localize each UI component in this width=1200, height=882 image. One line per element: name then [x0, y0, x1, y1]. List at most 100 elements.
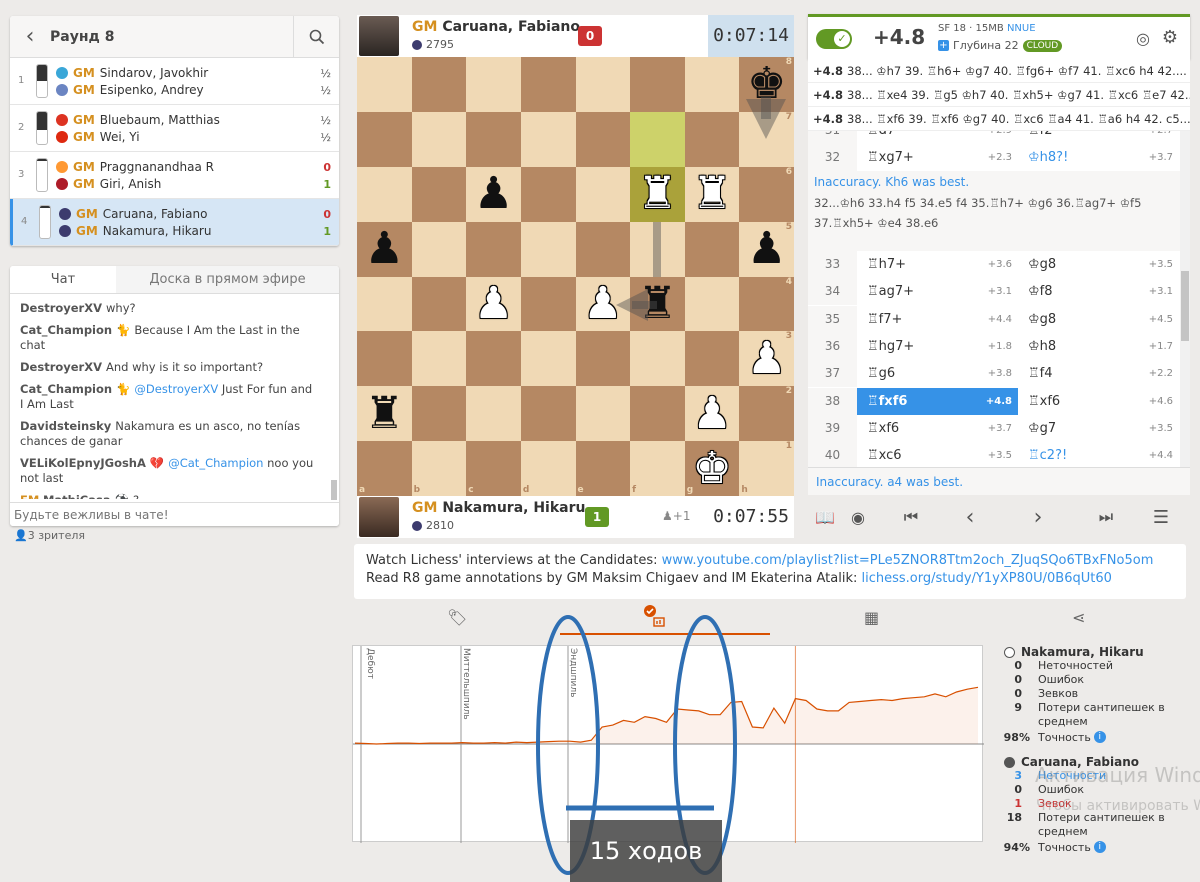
book-icon[interactable]: 📖: [808, 496, 842, 538]
practice-icon[interactable]: ◉: [842, 496, 874, 538]
square-g1[interactable]: ♚ g: [684, 441, 740, 496]
square-f8[interactable]: [630, 57, 685, 112]
square-d4[interactable]: [520, 276, 576, 332]
square-d1[interactable]: d: [520, 441, 576, 496]
white-move[interactable]: ♖h7+ +3.6: [857, 251, 1018, 278]
white-move[interactable]: ♖ag7+ +3.1: [857, 278, 1018, 305]
square-c2[interactable]: [466, 386, 521, 442]
square-d7[interactable]: [520, 111, 576, 167]
gear-icon[interactable]: ⚙: [1162, 27, 1178, 48]
square-a4[interactable]: [357, 276, 412, 332]
square-g8[interactable]: [684, 57, 740, 112]
square-f5[interactable]: [630, 221, 685, 277]
square-e4[interactable]: ♟: [575, 276, 631, 332]
moves-scroll-thumb[interactable]: [1181, 271, 1189, 341]
square-a8[interactable]: [357, 57, 412, 112]
square-e7[interactable]: [575, 111, 631, 167]
chat-scrollbar[interactable]: [331, 480, 337, 500]
white-pawn-piece[interactable]: ♟: [692, 391, 731, 436]
black-king-piece[interactable]: ♚: [747, 62, 786, 106]
black-pawn-piece[interactable]: ♟: [474, 172, 513, 216]
square-g7[interactable]: [684, 111, 740, 167]
square-h5[interactable]: ♟ 5: [739, 221, 794, 277]
white-move[interactable]: ♖xc6 +3.5: [857, 442, 1018, 467]
chat-username[interactable]: MathiCasa ⚽: [43, 493, 129, 499]
square-d5[interactable]: [520, 221, 576, 277]
square-b1[interactable]: b: [411, 441, 467, 496]
square-h6[interactable]: 6: [739, 166, 794, 222]
chat-input[interactable]: [10, 502, 339, 526]
game-row[interactable]: 4 GM Caruana, Fabiano GM Nakamura, Hikaru …: [10, 199, 339, 246]
square-a3[interactable]: [357, 331, 412, 387]
square-f2[interactable]: [630, 386, 685, 442]
square-c8[interactable]: [466, 57, 521, 112]
black-rook-piece[interactable]: ♜: [638, 281, 677, 326]
square-d3[interactable]: [520, 331, 576, 387]
square-c5[interactable]: [466, 221, 521, 277]
black-move[interactable]: ♔h8 +1.7: [1018, 333, 1179, 360]
square-c7[interactable]: [466, 111, 521, 167]
grid-icon[interactable]: ▦: [864, 608, 879, 627]
game-row[interactable]: 2 GM Bluebaum, Matthias GM Wei, Yi ½ ½: [10, 105, 339, 152]
summary-row[interactable]: 0 Зевков: [1000, 687, 1195, 701]
prev-move-button[interactable]: ‹: [936, 496, 1004, 538]
white-move[interactable]: ♖f7+ +4.4: [857, 306, 1018, 333]
info-icon[interactable]: i: [1093, 841, 1106, 853]
pv-line[interactable]: +4.8 38... ♖xf6 39. ♖xf6 ♔g7 40. ♖xc6 ♖a4…: [808, 107, 1190, 131]
square-d6[interactable]: [520, 166, 576, 222]
square-h2[interactable]: 2: [739, 386, 794, 442]
square-b6[interactable]: [411, 166, 467, 222]
square-a6[interactable]: [357, 166, 412, 222]
square-a7[interactable]: [357, 111, 412, 167]
summary-row[interactable]: 0 Неточностей: [1000, 659, 1195, 673]
tab-live-board[interactable]: Доска в прямом эфире: [116, 266, 339, 293]
square-g6[interactable]: ♜: [684, 166, 740, 222]
plus-icon[interactable]: +: [938, 40, 949, 51]
square-f4[interactable]: ♜: [630, 276, 685, 332]
youtube-link[interactable]: www.youtube.com/playlist?list=PLe5ZNOR8T…: [662, 553, 1154, 568]
square-d2[interactable]: [520, 386, 576, 442]
square-h3[interactable]: ♟ 3: [739, 331, 794, 387]
chat-username[interactable]: Cat_Champion 🐈: [20, 382, 130, 396]
white-move[interactable]: ♖fxf6 +4.8: [857, 387, 1018, 415]
white-move[interactable]: ♖g6 +3.8: [857, 360, 1018, 387]
black-move[interactable]: ♔g8 +4.5: [1018, 306, 1179, 333]
white-pawn-piece[interactable]: ♟: [747, 336, 786, 381]
chat-username[interactable]: DestroyerXV: [20, 301, 102, 315]
white-move[interactable]: ♖hg7+ +1.8: [857, 333, 1018, 360]
white-move[interactable]: ♖xf6 +3.7: [857, 415, 1018, 442]
square-b2[interactable]: [411, 386, 467, 442]
square-e6[interactable]: [575, 166, 631, 222]
moves-scrollbar[interactable]: [1180, 131, 1190, 467]
search-icon[interactable]: [293, 16, 339, 58]
white-king-piece[interactable]: ♚: [692, 446, 731, 491]
black-rook-piece[interactable]: ♜: [365, 391, 404, 436]
top-player-name[interactable]: GM Caruana, Fabiano: [412, 19, 580, 35]
black-move[interactable]: ♔g7 +3.5: [1018, 415, 1179, 442]
black-pawn-piece[interactable]: ♟: [365, 227, 404, 271]
black-move[interactable]: ♖c2?! +4.4: [1018, 442, 1179, 467]
target-icon[interactable]: ◎: [1136, 29, 1150, 48]
square-a2[interactable]: ♜: [357, 386, 412, 442]
chat-username[interactable]: Cat_Champion 🐈: [20, 323, 130, 337]
square-h1[interactable]: 1h: [739, 441, 794, 496]
square-g2[interactable]: ♟: [684, 386, 740, 442]
square-b8[interactable]: [411, 57, 467, 112]
next-move-button[interactable]: ›: [1004, 496, 1072, 538]
menu-icon[interactable]: ☰: [1140, 496, 1182, 538]
chat-mention[interactable]: @Cat_Champion: [168, 456, 263, 470]
square-b3[interactable]: [411, 331, 467, 387]
game-row[interactable]: 3 GM Praggnanandhaa R GM Giri, Anish 0 1: [10, 152, 339, 199]
square-c6[interactable]: ♟: [466, 166, 521, 222]
white-move[interactable]: ♖xg7+ +2.3: [857, 144, 1018, 171]
chat-mention[interactable]: @DestroyerXV: [134, 382, 218, 396]
square-c4[interactable]: ♟: [466, 276, 521, 332]
summary-row[interactable]: 0 Ошибок: [1000, 673, 1195, 687]
black-move[interactable]: ♔g8 +3.5: [1018, 251, 1179, 278]
square-g5[interactable]: [684, 221, 740, 277]
engine-toggle[interactable]: ✓: [816, 29, 852, 49]
square-a1[interactable]: a: [357, 441, 412, 496]
square-h7[interactable]: 7: [739, 111, 794, 167]
white-pawn-piece[interactable]: ♟: [474, 281, 513, 326]
square-f3[interactable]: [630, 331, 685, 387]
